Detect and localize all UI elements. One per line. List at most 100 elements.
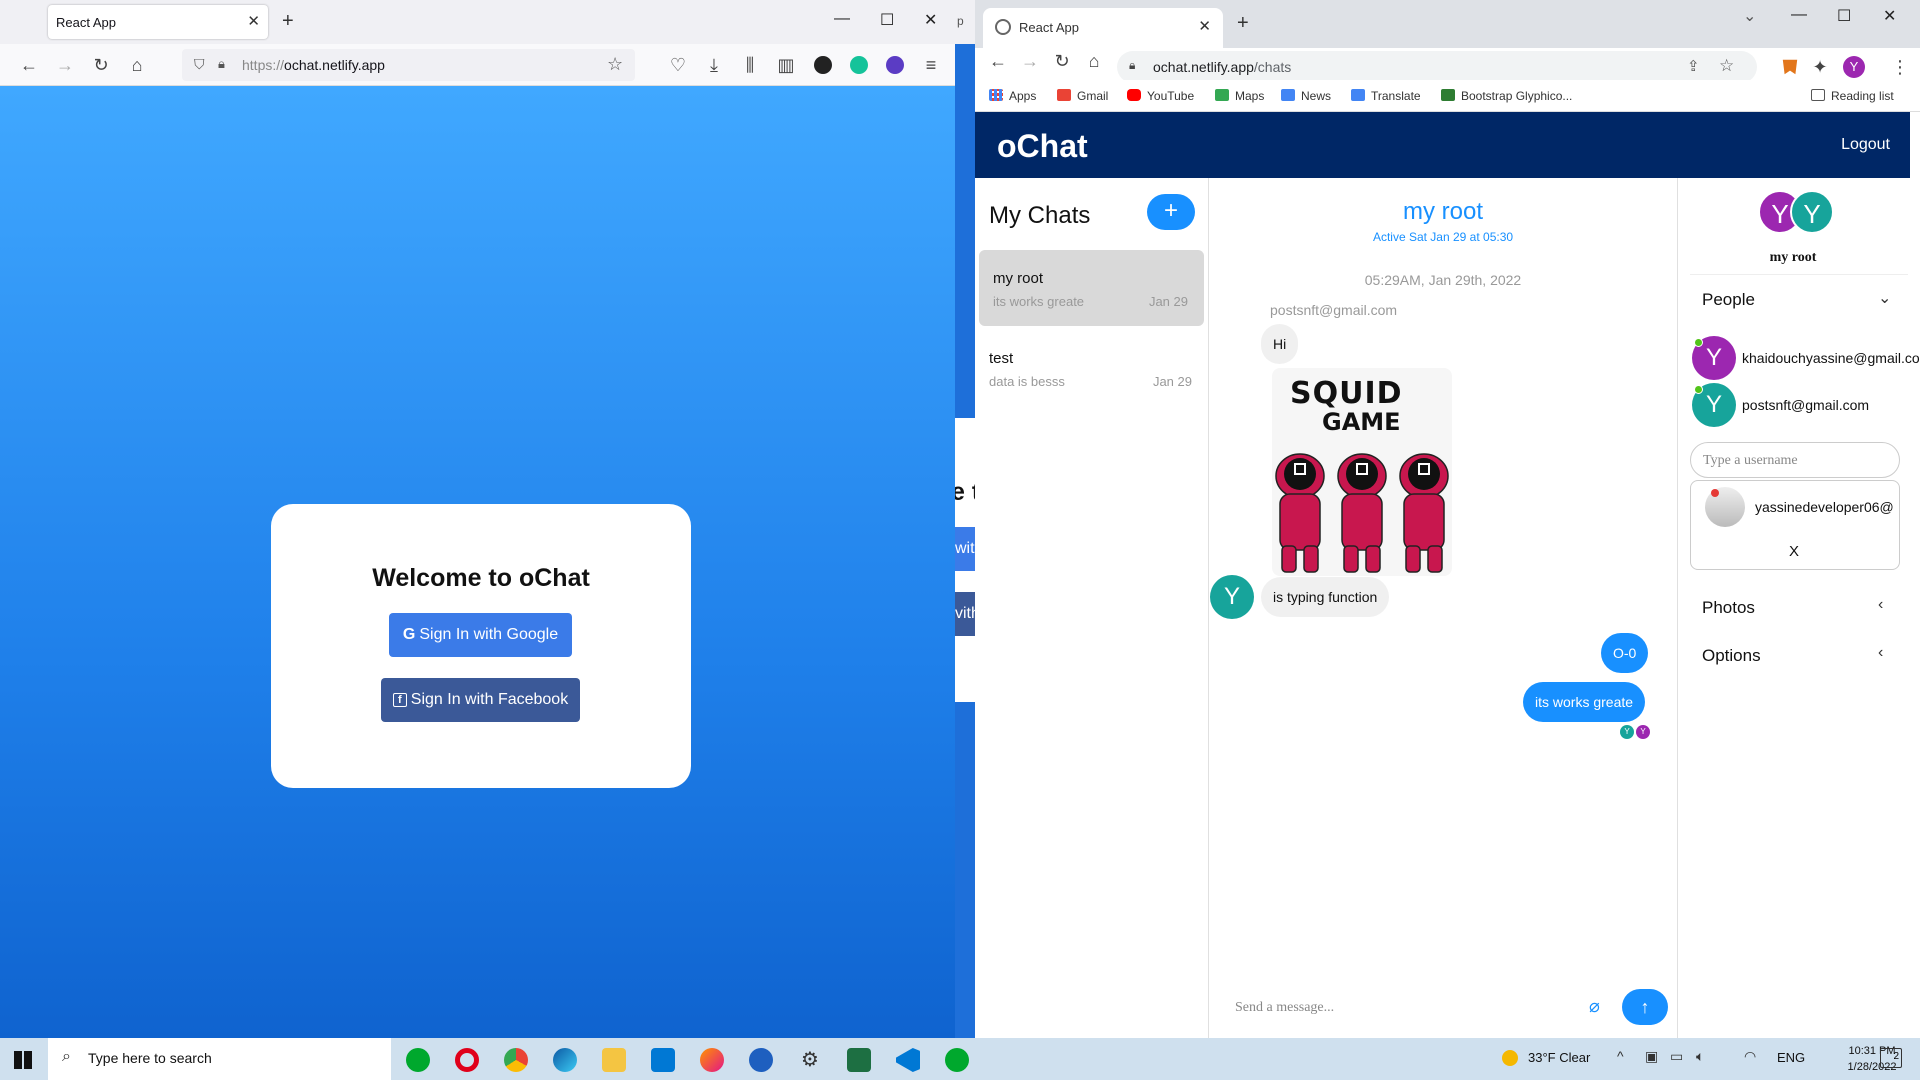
chrome-icon[interactable] [504, 1048, 528, 1072]
new-tab-icon[interactable]: + [1237, 12, 1249, 35]
photos-section-title[interactable]: Photos [1702, 598, 1755, 618]
shield-icon[interactable]: ⛉ [194, 56, 205, 73]
moon-weather-icon[interactable] [1502, 1050, 1518, 1066]
windows-start-icon[interactable] [14, 1051, 32, 1069]
grammarly-icon[interactable] [850, 56, 868, 74]
profile-avatar[interactable]: Y [1843, 56, 1865, 78]
taskbar-search-input[interactable]: Type here to search [88, 1050, 212, 1066]
bookmark-translate[interactable]: Translate [1351, 89, 1421, 103]
reload-icon[interactable]: ↻ [90, 54, 112, 76]
lock-icon[interactable]: 🔒︎ [1129, 58, 1135, 73]
bookmark-news[interactable]: News [1281, 89, 1331, 103]
feed-title: my root [1402, 198, 1483, 225]
chrome-menu-icon[interactable]: ⋮ [1889, 56, 1911, 78]
battery-icon[interactable]: ▭ [1670, 1048, 1683, 1065]
vscode-icon[interactable] [896, 1048, 920, 1072]
send-button[interactable]: ↑ [1622, 989, 1668, 1025]
close-tab-icon[interactable]: ✕ [1198, 17, 1211, 35]
minimize-icon[interactable]: — [834, 10, 850, 28]
bookmark-maps[interactable]: Maps [1215, 89, 1264, 103]
message-timestamp: 05:29AM, Jan 29th, 2022 [1364, 272, 1522, 288]
bookmark-youtube[interactable]: YouTube [1127, 89, 1194, 103]
person-row: Y postsnft@gmail.com [1692, 383, 1920, 427]
chevron-left-icon[interactable]: ‹ [1878, 644, 1883, 662]
file-explorer-icon[interactable] [602, 1048, 626, 1072]
lock-icon[interactable]: 🔒︎ [218, 56, 225, 72]
new-tab-icon[interactable]: + [282, 10, 294, 33]
taskbar-search[interactable]: ⌕ Type here to search [48, 1038, 391, 1080]
firefox-tab-react-app[interactable]: React App ✕ [48, 5, 268, 39]
bookmark-bootstrap-glyphicons[interactable]: Bootstrap Glyphico... [1441, 89, 1572, 103]
new-chat-button[interactable]: + [1147, 194, 1195, 230]
sign-in-google-button[interactable]: G Sign In with Google [389, 613, 572, 657]
username-search-result[interactable]: yassinedeveloper06@ X [1690, 480, 1900, 570]
close-tab-icon[interactable]: ✕ [247, 12, 260, 30]
language-indicator[interactable]: ENG [1777, 1050, 1805, 1065]
app-logo[interactable]: oChat [997, 128, 1088, 165]
firefox-icon[interactable] [700, 1048, 724, 1072]
maps-icon [1215, 89, 1229, 101]
evernote-icon[interactable] [945, 1048, 969, 1072]
edge-icon[interactable] [553, 1048, 577, 1072]
mail-icon[interactable] [651, 1048, 675, 1072]
chevron-left-icon[interactable]: ‹ [1878, 596, 1883, 614]
chrome-address-bar[interactable]: 🔒︎ ochat.netlify.app/chats ⇪ ☆ [1117, 51, 1757, 83]
downloads-icon[interactable]: ⤓ [703, 54, 725, 76]
back-icon[interactable]: ← [18, 54, 40, 76]
sign-in-facebook-button[interactable]: f Sign In with Facebook [381, 678, 580, 722]
options-section-title[interactable]: Options [1702, 646, 1761, 666]
close-window-icon[interactable]: ✕ [1883, 6, 1896, 26]
message-image-squid-game[interactable]: SQUID GAME [1272, 368, 1452, 576]
tab-search-icon[interactable]: ⌄ [1743, 6, 1756, 26]
meet-now-icon[interactable]: ▣ [1645, 1048, 1658, 1065]
bookmark-star-icon[interactable]: ☆ [607, 54, 623, 75]
chevron-up-icon[interactable]: ^ [1617, 1048, 1624, 1064]
message-input[interactable]: Send a message... [1235, 1000, 1334, 1016]
app-icon[interactable] [749, 1048, 773, 1072]
logout-button[interactable]: Logout [1841, 136, 1890, 154]
people-section-title[interactable]: People [1702, 290, 1755, 310]
maximize-icon[interactable]: ☐ [880, 10, 894, 30]
reading-list[interactable]: Reading list [1811, 89, 1894, 103]
bookmark-star-icon[interactable]: ☆ [1719, 56, 1734, 76]
sidebar-icon[interactable]: ▥ [775, 54, 797, 76]
reload-icon[interactable]: ↻ [1051, 50, 1073, 72]
minimize-icon[interactable]: — [1791, 6, 1807, 24]
firefox-address-bar[interactable]: ⛉ 🔒︎ https://ochat.netlify.app ☆ [182, 49, 635, 81]
volume-icon[interactable]: 🔈︎ [1696, 1048, 1704, 1065]
reading-list-icon [1811, 89, 1825, 101]
chat-card[interactable]: test data is besss Jan 29 [979, 330, 1204, 406]
excel-icon[interactable] [847, 1048, 871, 1072]
bootstrap-icon [1441, 89, 1455, 101]
metamask-icon[interactable] [1782, 59, 1798, 75]
chevron-down-icon[interactable]: ⌄ [1878, 288, 1891, 308]
evernote-icon[interactable] [406, 1048, 430, 1072]
chrome-tab-react-app[interactable]: React App ✕ [983, 8, 1223, 48]
chat-card-active[interactable]: my root its works greate Jan 29 [979, 250, 1204, 326]
username-search-input[interactable]: Type a username [1690, 442, 1900, 478]
pocket-icon[interactable]: ♡ [667, 54, 689, 76]
wifi-icon[interactable]: ◠ [1744, 1048, 1756, 1065]
forward-icon[interactable]: → [54, 54, 76, 76]
opera-icon[interactable] [455, 1048, 479, 1072]
share-icon[interactable]: ⇪ [1687, 57, 1700, 75]
home-icon[interactable]: ⌂ [126, 54, 148, 76]
close-result-icon[interactable]: X [1789, 543, 1799, 560]
home-icon[interactable]: ⌂ [1083, 50, 1105, 72]
notification-center-icon[interactable]: 2 [1880, 1048, 1902, 1068]
close-window-icon[interactable]: ✕ [924, 10, 937, 30]
menu-icon[interactable]: ≡ [920, 54, 942, 76]
settings-gear-icon[interactable]: ⚙ [798, 1048, 822, 1072]
paperclip-icon[interactable]: ⌀ [1589, 996, 1600, 1017]
extensions-puzzle-icon[interactable]: ✦ [1809, 56, 1831, 78]
back-icon[interactable]: ← [987, 50, 1009, 72]
weather-widget[interactable]: 33°F Clear [1528, 1050, 1590, 1065]
extension-purple-icon[interactable] [886, 56, 904, 74]
library-icon[interactable]: ⫼ [739, 54, 761, 76]
apps-grid-icon [989, 89, 1003, 101]
bookmark-apps[interactable]: Apps [989, 89, 1036, 103]
extension-k-icon[interactable] [814, 56, 832, 74]
bookmark-gmail[interactable]: Gmail [1057, 89, 1108, 103]
maximize-icon[interactable]: ☐ [1837, 6, 1851, 26]
forward-icon[interactable]: → [1019, 50, 1041, 72]
